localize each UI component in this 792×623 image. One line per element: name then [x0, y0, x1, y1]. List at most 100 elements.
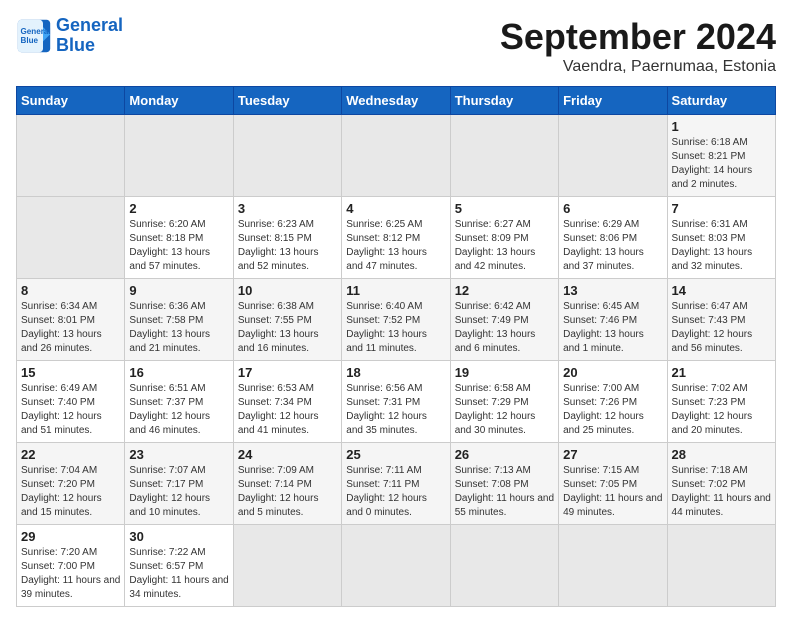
day-info: Sunrise: 6:38 AMSunset: 7:55 PMDaylight:… — [238, 300, 337, 356]
calendar-cell — [667, 525, 775, 607]
day-info: Sunrise: 6:40 AMSunset: 7:52 PMDaylight:… — [346, 300, 445, 356]
day-number: 29 — [21, 529, 120, 544]
day-info: Sunrise: 6:36 AMSunset: 7:58 PMDaylight:… — [129, 300, 228, 356]
day-info: Sunrise: 7:13 AMSunset: 7:08 PMDaylight:… — [455, 464, 554, 520]
page-header: General Blue General Blue September 2024… — [16, 16, 776, 76]
day-info: Sunrise: 6:34 AMSunset: 8:01 PMDaylight:… — [21, 300, 120, 356]
title-block: September 2024 Vaendra, Paernumaa, Eston… — [500, 16, 776, 76]
calendar-week-row: 2 Sunrise: 6:20 AMSunset: 8:18 PMDaylight… — [17, 197, 776, 279]
svg-text:Blue: Blue — [21, 36, 39, 45]
day-number: 26 — [455, 447, 554, 462]
day-info: Sunrise: 6:49 AMSunset: 7:40 PMDaylight:… — [21, 382, 120, 438]
calendar-cell: 24 Sunrise: 7:09 AMSunset: 7:14 PMDayligh… — [233, 443, 341, 525]
calendar-week-row: 15 Sunrise: 6:49 AMSunset: 7:40 PMDayligh… — [17, 361, 776, 443]
calendar-cell: 7Sunrise: 6:31 AMSunset: 8:03 PMDaylight… — [667, 197, 775, 279]
calendar-cell: 14 Sunrise: 6:47 AMSunset: 7:43 PMDayligh… — [667, 279, 775, 361]
day-number: 25 — [346, 447, 445, 462]
calendar-cell: 1Sunrise: 6:18 AMSunset: 8:21 PMDaylight… — [667, 115, 775, 197]
calendar-cell — [342, 115, 450, 197]
day-number: 15 — [21, 365, 120, 380]
header-sunday: Sunday — [17, 87, 125, 115]
day-number: 3 — [238, 201, 337, 216]
calendar-week-row: 22 Sunrise: 7:04 AMSunset: 7:20 PMDayligh… — [17, 443, 776, 525]
svg-text:General: General — [21, 27, 51, 36]
day-info: Sunrise: 7:20 AMSunset: 7:00 PMDaylight:… — [21, 546, 120, 602]
day-info: Sunrise: 6:23 AMSunset: 8:15 PMDaylight:… — [238, 218, 337, 274]
day-info: Sunrise: 6:18 AMSunset: 8:21 PMDaylight:… — [672, 136, 771, 192]
day-info: Sunrise: 6:25 AMSunset: 8:12 PMDaylight:… — [346, 218, 445, 274]
calendar-cell: 18Sunrise: 6:56 AMSunset: 7:31 PMDayligh… — [342, 361, 450, 443]
day-number: 22 — [21, 447, 120, 462]
day-number: 30 — [129, 529, 228, 544]
calendar-cell: 25Sunrise: 7:11 AMSunset: 7:11 PMDayligh… — [342, 443, 450, 525]
day-number: 27 — [563, 447, 662, 462]
day-info: Sunrise: 7:09 AMSunset: 7:14 PMDaylight:… — [238, 464, 337, 520]
calendar-cell: 28Sunrise: 7:18 AMSunset: 7:02 PMDayligh… — [667, 443, 775, 525]
calendar-cell — [450, 115, 558, 197]
calendar-cell: 13Sunrise: 6:45 AMSunset: 7:46 PMDayligh… — [559, 279, 667, 361]
calendar-cell: 19 Sunrise: 6:58 AMSunset: 7:29 PMDayligh… — [450, 361, 558, 443]
calendar-cell — [17, 197, 125, 279]
day-info: Sunrise: 7:15 AMSunset: 7:05 PMDaylight:… — [563, 464, 662, 520]
calendar-cell — [125, 115, 233, 197]
day-info: Sunrise: 6:42 AMSunset: 7:49 PMDaylight:… — [455, 300, 554, 356]
day-info: Sunrise: 7:04 AMSunset: 7:20 PMDaylight:… — [21, 464, 120, 520]
day-number: 14 — [672, 283, 771, 298]
calendar-cell — [233, 115, 341, 197]
day-info: Sunrise: 6:51 AMSunset: 7:37 PMDaylight:… — [129, 382, 228, 438]
day-info: Sunrise: 6:29 AMSunset: 8:06 PMDaylight:… — [563, 218, 662, 274]
calendar-cell — [233, 525, 341, 607]
header-thursday: Thursday — [450, 87, 558, 115]
day-info: Sunrise: 7:07 AMSunset: 7:17 PMDaylight:… — [129, 464, 228, 520]
day-info: Sunrise: 6:45 AMSunset: 7:46 PMDaylight:… — [563, 300, 662, 356]
calendar-cell: 20 Sunrise: 7:00 AMSunset: 7:26 PMDayligh… — [559, 361, 667, 443]
day-info: Sunrise: 6:20 AMSunset: 8:18 PMDaylight:… — [129, 218, 228, 274]
day-number: 11 — [346, 283, 445, 298]
day-number: 20 — [563, 365, 662, 380]
header-wednesday: Wednesday — [342, 87, 450, 115]
day-number: 2 — [129, 201, 228, 216]
calendar-cell: 3 Sunrise: 6:23 AMSunset: 8:15 PMDaylight… — [233, 197, 341, 279]
page-container: General Blue General Blue September 2024… — [0, 0, 792, 623]
day-number: 12 — [455, 283, 554, 298]
calendar-header-row: Sunday Monday Tuesday Wednesday Thursday… — [17, 87, 776, 115]
calendar-cell: 8 Sunrise: 6:34 AMSunset: 8:01 PMDaylight… — [17, 279, 125, 361]
calendar-cell: 4 Sunrise: 6:25 AMSunset: 8:12 PMDaylight… — [342, 197, 450, 279]
calendar-cell: 27 Sunrise: 7:15 AMSunset: 7:05 PMDayligh… — [559, 443, 667, 525]
calendar-cell: 17Sunrise: 6:53 AMSunset: 7:34 PMDayligh… — [233, 361, 341, 443]
day-info: Sunrise: 7:18 AMSunset: 7:02 PMDaylight:… — [672, 464, 771, 520]
calendar-cell — [342, 525, 450, 607]
logo: General Blue General Blue — [16, 16, 123, 56]
day-number: 5 — [455, 201, 554, 216]
calendar-cell: 30 Sunrise: 7:22 AMSunset: 6:57 PMDayligh… — [125, 525, 233, 607]
day-info: Sunrise: 7:00 AMSunset: 7:26 PMDaylight:… — [563, 382, 662, 438]
calendar-cell: 29 Sunrise: 7:20 AMSunset: 7:00 PMDayligh… — [17, 525, 125, 607]
header-monday: Monday — [125, 87, 233, 115]
day-info: Sunrise: 6:58 AMSunset: 7:29 PMDaylight:… — [455, 382, 554, 438]
day-info: Sunrise: 7:22 AMSunset: 6:57 PMDaylight:… — [129, 546, 228, 602]
day-number: 10 — [238, 283, 337, 298]
day-number: 4 — [346, 201, 445, 216]
calendar-cell: 11 Sunrise: 6:40 AMSunset: 7:52 PMDayligh… — [342, 279, 450, 361]
day-number: 6 — [563, 201, 662, 216]
logo-icon: General Blue — [16, 18, 52, 54]
calendar-cell: 2 Sunrise: 6:20 AMSunset: 8:18 PMDaylight… — [125, 197, 233, 279]
calendar-week-row: 1Sunrise: 6:18 AMSunset: 8:21 PMDaylight… — [17, 115, 776, 197]
day-number: 19 — [455, 365, 554, 380]
day-number: 24 — [238, 447, 337, 462]
calendar-cell: 21Sunrise: 7:02 AMSunset: 7:23 PMDayligh… — [667, 361, 775, 443]
calendar-cell — [559, 525, 667, 607]
calendar-cell: 22 Sunrise: 7:04 AMSunset: 7:20 PMDayligh… — [17, 443, 125, 525]
day-info: Sunrise: 6:47 AMSunset: 7:43 PMDaylight:… — [672, 300, 771, 356]
day-number: 8 — [21, 283, 120, 298]
calendar-week-row: 29 Sunrise: 7:20 AMSunset: 7:00 PMDayligh… — [17, 525, 776, 607]
day-number: 7 — [672, 201, 771, 216]
day-number: 17 — [238, 365, 337, 380]
calendar-cell: 9 Sunrise: 6:36 AMSunset: 7:58 PMDaylight… — [125, 279, 233, 361]
day-info: Sunrise: 6:27 AMSunset: 8:09 PMDaylight:… — [455, 218, 554, 274]
month-title: September 2024 — [500, 16, 776, 58]
day-number: 9 — [129, 283, 228, 298]
calendar-cell — [450, 525, 558, 607]
day-number: 16 — [129, 365, 228, 380]
day-info: Sunrise: 6:56 AMSunset: 7:31 PMDaylight:… — [346, 382, 445, 438]
